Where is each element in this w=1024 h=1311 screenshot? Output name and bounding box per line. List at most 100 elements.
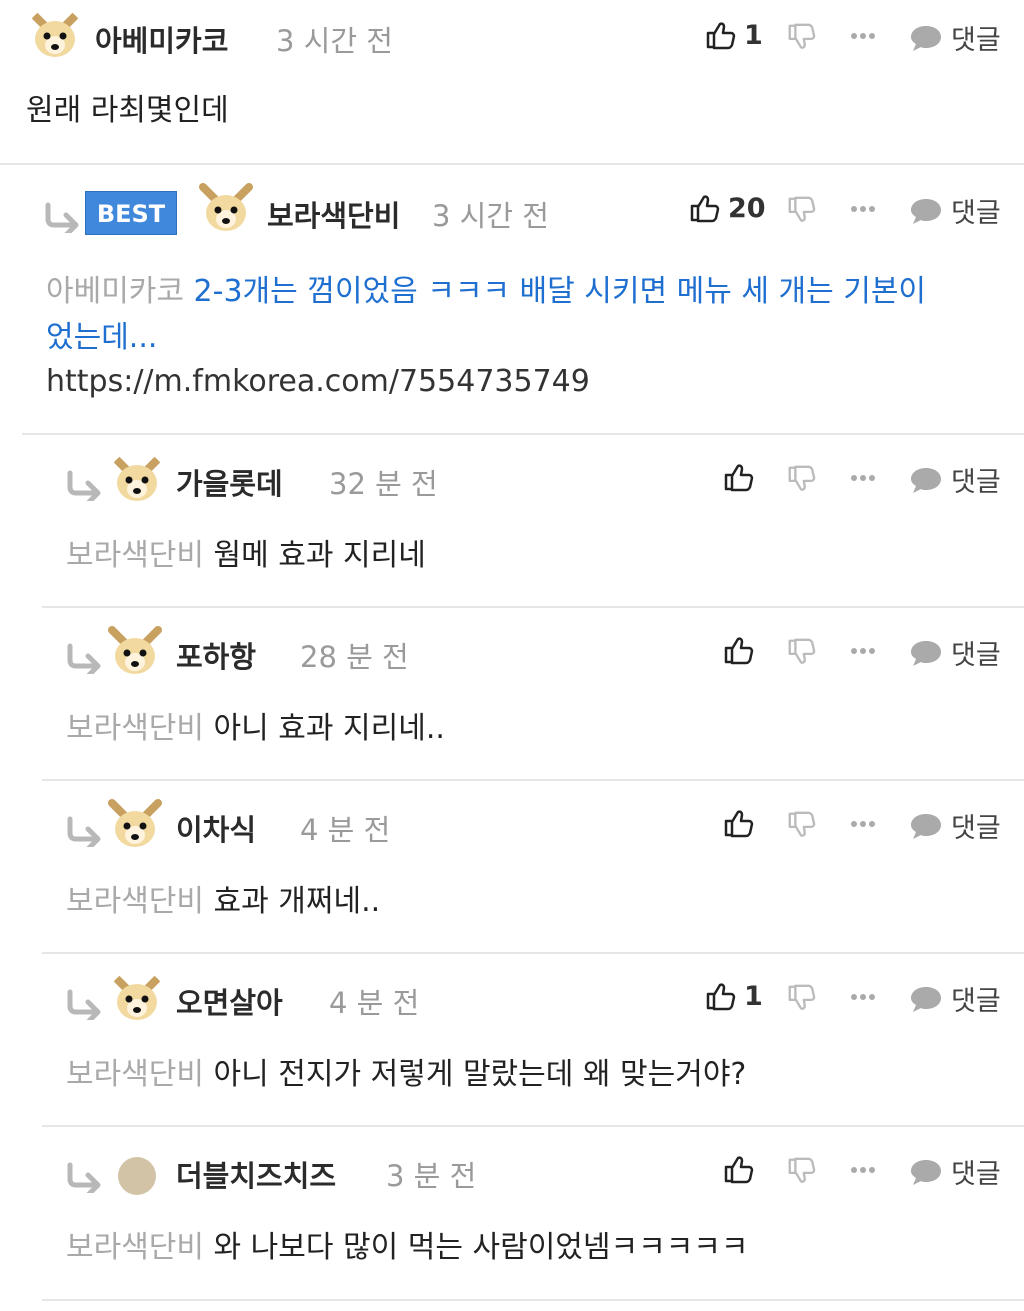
like-button[interactable] xyxy=(722,461,762,493)
comment-item: 포하항 28 분 전 댓글 보라색단비 아니 효과 지리네.. xyxy=(42,608,1024,781)
more-options-icon[interactable] xyxy=(850,30,876,42)
reply-text: 웜메 효과 지리네 xyxy=(213,538,426,573)
avatar[interactable] xyxy=(108,970,166,1028)
quoted-link-line1[interactable]: 2-3개는 껌이었음 ㅋㅋㅋ 배달 시키면 메뉴 세 개는 기본이 xyxy=(194,274,927,309)
like-count: 1 xyxy=(744,19,763,51)
url-link[interactable]: https://m.fmkorea.com/7554735749 xyxy=(46,359,590,405)
thumbs-down-icon[interactable] xyxy=(786,637,816,667)
thumbs-down-icon[interactable] xyxy=(786,464,816,494)
timestamp: 32 분 전 xyxy=(329,467,438,501)
avatar[interactable] xyxy=(26,7,84,65)
timestamp: 3 시간 전 xyxy=(432,199,549,233)
thumbs-up-icon xyxy=(722,634,754,666)
reply-button[interactable]: 댓글 xyxy=(909,806,1001,845)
thumbs-down-icon[interactable] xyxy=(786,22,816,52)
reply-text: 아니 효과 지리네.. xyxy=(213,711,445,746)
avatar[interactable] xyxy=(106,624,164,682)
comment-item: 더블치즈치즈 3 분 전 댓글 보라색단비 와 나보다 많이 먹는 사람이었넴ㅋ… xyxy=(42,1127,1024,1301)
thumbs-up-icon xyxy=(688,192,720,224)
reply-label: 댓글 xyxy=(951,986,1001,1017)
timestamp: 4 분 전 xyxy=(300,813,391,847)
thumbs-down-icon[interactable] xyxy=(786,195,816,225)
comment-item: 아베미카코 3 시간 전 1 댓글 원래 라최몇인데 xyxy=(0,0,1024,165)
reply-button[interactable]: 댓글 xyxy=(909,633,1001,672)
reply-arrow-icon xyxy=(64,988,104,1020)
like-button[interactable]: 1 xyxy=(704,980,763,1012)
comment-text: 보라색단비 효과 개쩌네.. xyxy=(66,879,380,925)
username[interactable]: 이차식 xyxy=(176,807,256,849)
username[interactable]: 가을롯데 xyxy=(176,461,283,503)
more-options-icon[interactable] xyxy=(850,991,876,1003)
reply-button[interactable]: 댓글 xyxy=(909,1152,1001,1191)
reply-label: 댓글 xyxy=(951,813,1001,844)
avatar[interactable] xyxy=(197,181,255,239)
reply-label: 댓글 xyxy=(951,25,1001,56)
quoted-link-line2[interactable]: 었는데... xyxy=(46,315,157,361)
comment-item: 오면살아 4 분 전 1 댓글 보라색단비 아니 전지가 저렇게 말랐는데 왜 … xyxy=(42,954,1024,1127)
timestamp: 3 분 전 xyxy=(386,1159,477,1193)
mention[interactable]: 보라색단비 xyxy=(66,711,204,746)
comment-text: 원래 라최몇인데 xyxy=(26,93,229,128)
comment-text: 아베미카코 2-3개는 껌이었음 ㅋㅋㅋ 배달 시키면 메뉴 세 개는 기본이 xyxy=(46,269,926,315)
like-count: 1 xyxy=(744,980,763,1012)
mention[interactable]: 보라색단비 xyxy=(66,1230,204,1265)
thumbs-down-icon[interactable] xyxy=(786,983,816,1013)
mention[interactable]: 보라색단비 xyxy=(66,884,204,919)
timestamp: 28 분 전 xyxy=(300,640,409,674)
speech-bubble-icon xyxy=(909,466,943,494)
comment-item: 가을롯데 32 분 전 댓글 보라색단비 웜메 효과 지리네 xyxy=(42,435,1024,608)
username[interactable]: 더블치즈치즈 xyxy=(176,1153,336,1195)
mention[interactable]: 아베미카코 xyxy=(46,274,184,309)
like-count: 20 xyxy=(728,192,766,224)
username[interactable]: 아베미카코 xyxy=(95,18,228,60)
reply-arrow-icon xyxy=(64,469,104,501)
reply-button[interactable]: 댓글 xyxy=(909,460,1001,499)
timestamp: 3 시간 전 xyxy=(276,24,393,58)
reply-button[interactable]: 댓글 xyxy=(909,979,1001,1018)
avatar[interactable] xyxy=(108,451,166,509)
thumbs-up-icon xyxy=(704,980,736,1012)
thumbs-up-icon xyxy=(722,807,754,839)
more-options-icon[interactable] xyxy=(850,472,876,484)
timestamp: 4 분 전 xyxy=(329,986,420,1020)
reply-button[interactable]: 댓글 xyxy=(909,191,1001,230)
like-button[interactable]: 20 xyxy=(688,192,766,224)
mention[interactable]: 보라색단비 xyxy=(66,538,204,573)
reply-arrow-icon xyxy=(64,815,104,847)
avatar[interactable] xyxy=(118,1157,156,1195)
reply-label: 댓글 xyxy=(951,640,1001,671)
speech-bubble-icon xyxy=(909,639,943,667)
thumbs-up-icon xyxy=(722,461,754,493)
comment-text: 보라색단비 아니 효과 지리네.. xyxy=(66,706,445,752)
like-button[interactable] xyxy=(722,634,762,666)
thumbs-down-icon[interactable] xyxy=(786,1156,816,1186)
comment-item: 이차식 4 분 전 댓글 보라색단비 효과 개쩌네.. xyxy=(42,781,1024,954)
speech-bubble-icon xyxy=(909,24,943,52)
avatar[interactable] xyxy=(106,797,164,855)
more-options-icon[interactable] xyxy=(850,203,876,215)
comment-text: 보라색단비 와 나보다 많이 먹는 사람이었넴ㅋㅋㅋㅋㅋ xyxy=(66,1225,749,1271)
like-button[interactable]: 1 xyxy=(704,19,763,51)
reply-arrow-icon xyxy=(42,201,82,233)
more-options-icon[interactable] xyxy=(850,818,876,830)
reply-text: 아니 전지가 저렇게 말랐는데 왜 맞는거야? xyxy=(213,1057,747,1092)
comment-text: 보라색단비 아니 전지가 저렇게 말랐는데 왜 맞는거야? xyxy=(66,1052,746,1098)
more-options-icon[interactable] xyxy=(850,1164,876,1176)
thumbs-down-icon[interactable] xyxy=(786,810,816,840)
reply-arrow-icon xyxy=(64,642,104,674)
best-badge: BEST xyxy=(85,191,177,235)
speech-bubble-icon xyxy=(909,197,943,225)
username[interactable]: 포하항 xyxy=(176,634,256,676)
more-options-icon[interactable] xyxy=(850,645,876,657)
reply-arrow-icon xyxy=(64,1161,104,1193)
like-button[interactable] xyxy=(722,807,762,839)
reply-button[interactable]: 댓글 xyxy=(909,18,1001,57)
like-button[interactable] xyxy=(722,1153,762,1185)
speech-bubble-icon xyxy=(909,985,943,1013)
thumbs-up-icon xyxy=(704,19,736,51)
username[interactable]: 보라색단비 xyxy=(267,193,400,235)
speech-bubble-icon xyxy=(909,1158,943,1186)
comment-text: 보라색단비 웜메 효과 지리네 xyxy=(66,533,426,579)
username[interactable]: 오면살아 xyxy=(176,980,283,1022)
mention[interactable]: 보라색단비 xyxy=(66,1057,204,1092)
